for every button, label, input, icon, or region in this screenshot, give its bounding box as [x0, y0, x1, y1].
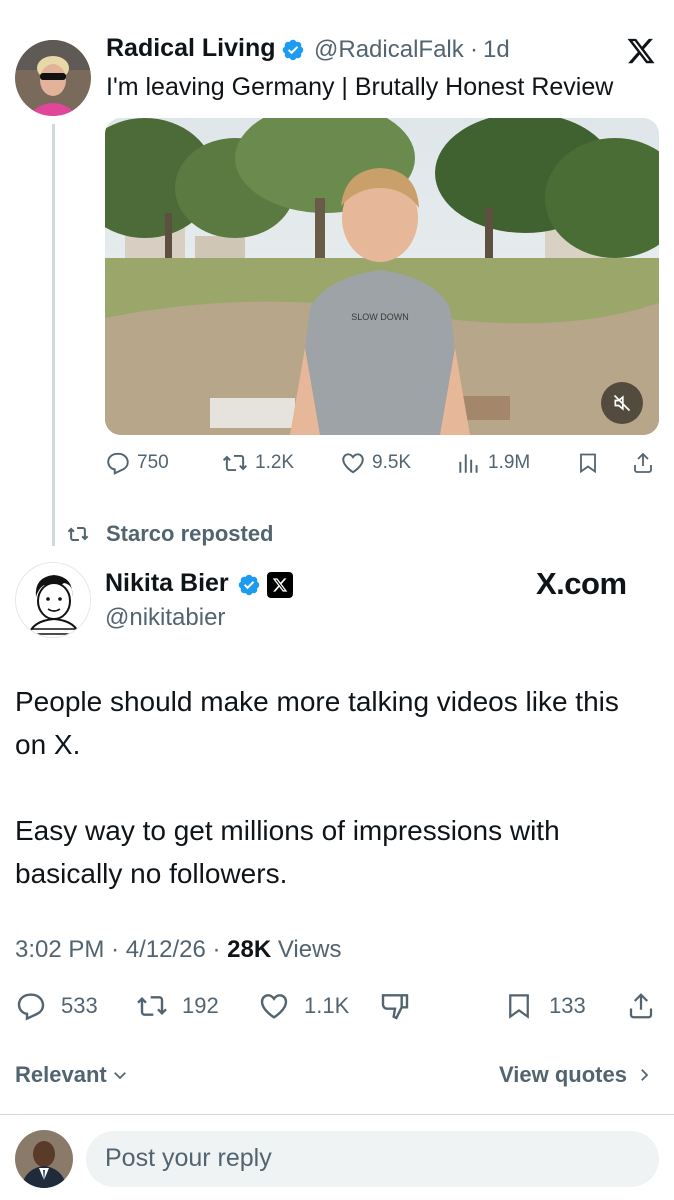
reply-action[interactable]: 750	[105, 450, 169, 476]
reply-icon	[107, 452, 129, 475]
reply-count: 533	[61, 993, 98, 1018]
reply-count: 750	[137, 452, 169, 473]
like-count: 1.1K	[304, 993, 350, 1018]
parent-author-name[interactable]: Radical Living	[106, 34, 275, 63]
repost-count: 192	[182, 993, 219, 1018]
share-action[interactable]	[626, 990, 656, 1022]
parent-timestamp[interactable]: 1d	[483, 36, 510, 64]
repost-icon	[137, 996, 167, 1016]
heart-icon	[260, 994, 288, 1019]
tweet-text-line: People should make more talking videos l…	[15, 686, 619, 717]
main-action-bar: 533 192 1.1K 133	[15, 990, 660, 1024]
views-count: 1.9M	[488, 452, 531, 473]
x-logo-icon[interactable]	[626, 36, 656, 66]
reply-action[interactable]: 533	[15, 990, 98, 1022]
parent-author-handle[interactable]: @RadicalFalk	[314, 36, 464, 64]
parent-author-avatar[interactable]	[15, 40, 91, 116]
share-action[interactable]	[631, 450, 655, 476]
thread-connector-line	[52, 124, 55, 546]
views-label[interactable]: Views	[278, 936, 342, 963]
heart-icon	[342, 453, 364, 474]
verified-badge-icon	[281, 38, 305, 62]
repost-icon	[222, 454, 248, 472]
thumbs-down-icon	[381, 994, 409, 1020]
bookmark-action[interactable]	[576, 450, 600, 476]
like-action[interactable]: 1.1K	[258, 990, 349, 1022]
current-user-avatar[interactable]	[15, 1130, 73, 1188]
view-quotes-link[interactable]: View quotes	[499, 1062, 653, 1088]
mute-button[interactable]	[601, 382, 643, 424]
reply-icon	[17, 993, 45, 1021]
like-action[interactable]: 9.5K	[340, 450, 411, 476]
sort-dropdown[interactable]: Relevant	[15, 1062, 129, 1088]
bookmark-action[interactable]: 133	[504, 990, 586, 1022]
affiliation-label[interactable]: X.com	[536, 566, 627, 602]
tweet-meta: 3:02 PM · 4/12/26 · 28K Views	[15, 936, 341, 964]
main-author-name[interactable]: Nikita Bier	[105, 569, 229, 598]
chevron-down-icon	[113, 1072, 126, 1080]
chevron-right-icon	[641, 1069, 649, 1081]
parent-tweet-text: I'm leaving Germany | Brutally Honest Re…	[106, 73, 614, 101]
repost-label[interactable]: Starco reposted	[106, 521, 274, 547]
like-count: 9.5K	[372, 452, 412, 473]
share-icon	[634, 452, 652, 473]
video-player[interactable]: SLOW DOWN	[105, 118, 659, 435]
bookmark-icon	[580, 453, 596, 474]
share-icon	[629, 993, 653, 1019]
repost-action[interactable]: 192	[134, 990, 219, 1022]
tweet-text-line: Easy way to get millions of impressions …	[15, 815, 560, 846]
main-author-handle[interactable]: @nikitabier	[105, 604, 225, 632]
views-action[interactable]: 1.9M	[456, 450, 530, 476]
views-bar-icon	[459, 454, 478, 473]
separator-dot: ·	[212, 936, 221, 963]
main-author-avatar[interactable]	[15, 562, 91, 638]
tweet-date[interactable]: 4/12/26	[126, 936, 206, 963]
repost-indicator-icon	[66, 523, 90, 545]
repost-count: 1.2K	[255, 452, 295, 473]
bookmark-count: 133	[549, 993, 586, 1018]
divider	[0, 1114, 674, 1115]
tweet-text-line: basically no followers.	[15, 858, 288, 889]
x-affiliate-badge-icon[interactable]	[267, 572, 293, 598]
repost-action[interactable]: 1.2K	[221, 450, 294, 476]
verified-badge-icon	[237, 573, 261, 597]
parent-action-bar: 750 1.2K 9.5K 1.9M	[105, 450, 659, 480]
sort-label: Relevant	[15, 1062, 107, 1087]
view-quotes-label: View quotes	[499, 1062, 627, 1087]
separator-dot: ·	[470, 36, 478, 63]
tweet-time[interactable]: 3:02 PM	[15, 936, 104, 963]
views-count[interactable]: 28K	[227, 936, 271, 963]
downvote-action[interactable]	[379, 990, 411, 1022]
tweet-text-line: on X.	[15, 729, 81, 760]
bookmark-icon	[509, 994, 529, 1019]
video-shirt-text: SLOW DOWN	[351, 312, 409, 322]
speaker-muted-icon	[613, 394, 631, 412]
separator-dot: ·	[111, 936, 120, 963]
reply-placeholder: Post your reply	[105, 1144, 272, 1172]
